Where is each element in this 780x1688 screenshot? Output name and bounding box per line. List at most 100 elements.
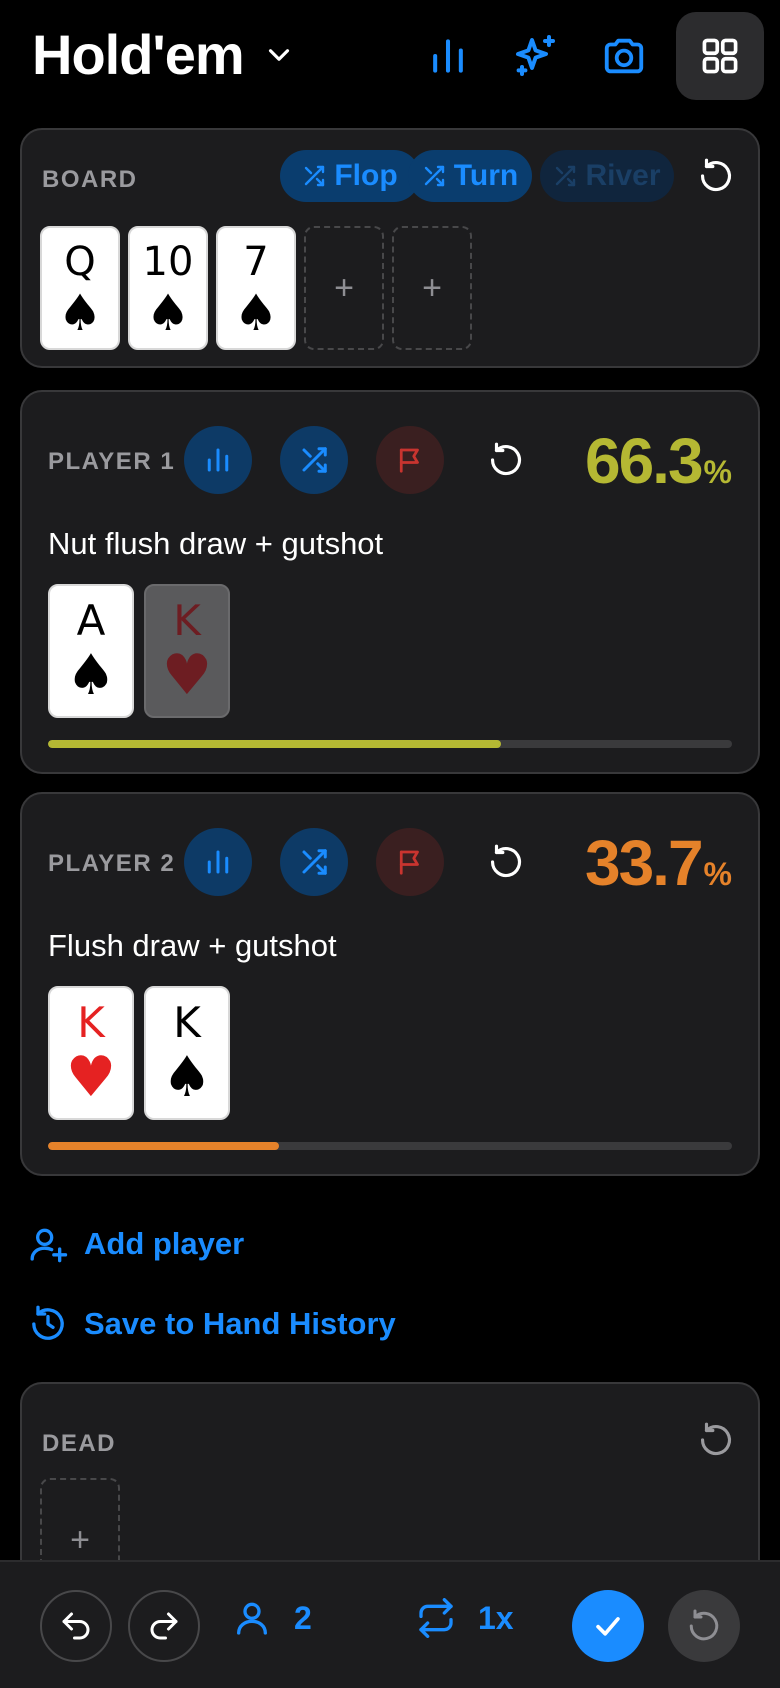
board-card[interactable]: 7 ♠ <box>216 226 296 350</box>
game-selector[interactable]: Hold'em <box>32 22 296 87</box>
board-card[interactable]: 10 ♠ <box>128 226 208 350</box>
board-empty-slot[interactable]: + <box>304 226 384 350</box>
repeat-icon <box>419 1598 453 1638</box>
shuffle-icon <box>305 165 325 187</box>
player-reset-button[interactable] <box>482 838 530 886</box>
confirm-button[interactable] <box>572 1590 644 1662</box>
bottom-toolbar: 2 1x <box>0 1560 780 1688</box>
grid-icon <box>702 38 738 74</box>
flag-icon <box>399 448 419 473</box>
player-reset-button[interactable] <box>482 436 530 484</box>
hole-card[interactable]: K ♠ <box>144 986 230 1120</box>
stats-button[interactable] <box>412 20 484 92</box>
add-user-icon <box>30 1228 68 1263</box>
spade-icon: ♠ <box>233 284 279 342</box>
dead-label: DEAD <box>42 1430 117 1457</box>
plus-icon: + <box>334 268 354 307</box>
player-panel-2: PLAYER 2 33.7% Flush draw + gutshot K ♥ … <box>20 792 760 1176</box>
reset-icon <box>689 1609 719 1641</box>
player-fold-button[interactable] <box>376 426 444 494</box>
turn-button[interactable]: Turn <box>408 150 532 202</box>
redo-button[interactable] <box>128 1590 200 1662</box>
player-count: 2 <box>294 1599 312 1636</box>
player-panel-1: PLAYER 1 66.3% Nut flush draw + gutshot … <box>20 390 760 774</box>
hand-description: Flush draw + gutshot <box>48 928 337 963</box>
reset-icon <box>490 844 522 878</box>
chevron-down-icon <box>268 48 289 61</box>
dead-reset-button[interactable] <box>692 1416 740 1464</box>
player-count-button[interactable]: 2 <box>232 1598 312 1638</box>
plus-icon: + <box>422 268 442 307</box>
undo-button[interactable] <box>40 1590 112 1662</box>
camera-icon <box>604 38 644 74</box>
flop-label: Flop <box>334 159 398 192</box>
camera-button[interactable] <box>588 20 660 92</box>
hole-card-used[interactable]: K ♥ <box>144 584 230 718</box>
turn-label: Turn <box>453 159 519 192</box>
board-reset-button[interactable] <box>692 152 740 200</box>
percent-sign: % <box>703 856 732 892</box>
shuffle-icon <box>302 447 327 473</box>
history-icon <box>32 1305 64 1340</box>
equity-bar <box>48 1142 732 1150</box>
board-label: BOARD <box>42 166 138 193</box>
reset-icon <box>700 158 732 192</box>
player-label: PLAYER 2 <box>48 850 176 877</box>
layout-button[interactable] <box>676 12 764 100</box>
iterations-button[interactable]: 1x <box>416 1598 514 1638</box>
page-title: Hold'em <box>32 23 245 86</box>
board-empty-slot[interactable]: + <box>392 226 472 350</box>
board-card[interactable]: Q ♠ <box>40 226 120 350</box>
player-stats-button[interactable] <box>184 426 252 494</box>
spade-icon: ♠ <box>161 1045 213 1110</box>
heart-icon: ♥ <box>161 643 213 708</box>
redo-icon <box>150 1612 178 1640</box>
iterations-value: 1x <box>478 1599 514 1636</box>
bar-chart-icon <box>207 448 229 472</box>
user-icon <box>237 1602 267 1635</box>
flag-icon <box>399 850 419 875</box>
reset-icon <box>490 442 522 476</box>
save-history-label: Save to Hand History <box>84 1306 396 1341</box>
shuffle-icon <box>424 165 444 187</box>
spade-icon: ♠ <box>65 643 117 708</box>
shuffle-icon <box>556 165 576 187</box>
bar-chart-icon <box>207 850 229 874</box>
add-player-button[interactable]: Add player <box>28 1224 244 1264</box>
app-header: Hold'em <box>0 0 780 120</box>
equity-bar-fill <box>48 1142 279 1150</box>
equity-display: 33.7% <box>585 826 732 900</box>
plus-icon: + <box>70 1520 90 1559</box>
bar-chart-icon <box>433 39 463 73</box>
equity-display: 66.3% <box>585 424 732 498</box>
percent-sign: % <box>703 454 732 490</box>
spade-icon: ♠ <box>57 284 103 342</box>
heart-icon: ♥ <box>65 1045 117 1110</box>
player-label: PLAYER 1 <box>48 448 176 475</box>
equity-value: 66.3 <box>584 425 704 497</box>
shuffle-icon <box>302 849 327 875</box>
ai-button[interactable] <box>500 20 572 92</box>
add-player-label: Add player <box>84 1226 245 1261</box>
equity-bar-fill <box>48 740 502 748</box>
river-button[interactable]: River <box>540 150 674 202</box>
spade-icon: ♠ <box>145 284 191 342</box>
reset-icon <box>700 1422 732 1456</box>
save-history-button[interactable]: Save to Hand History <box>28 1304 396 1344</box>
player-random-button[interactable] <box>280 426 348 494</box>
flop-button[interactable]: Flop <box>280 150 420 202</box>
player-stats-button[interactable] <box>184 828 252 896</box>
player-fold-button[interactable] <box>376 828 444 896</box>
sparkles-icon <box>516 35 555 76</box>
equity-bar <box>48 740 732 748</box>
reset-all-button[interactable] <box>668 1590 740 1662</box>
player-random-button[interactable] <box>280 828 348 896</box>
river-label: River <box>585 159 661 192</box>
board-panel: BOARD Flop Turn River Q ♠ 10 ♠ 7 ♠ + + <box>20 128 760 368</box>
hand-description: Nut flush draw + gutshot <box>48 526 384 561</box>
check-icon <box>596 1617 620 1636</box>
undo-icon <box>62 1612 90 1640</box>
hole-card[interactable]: K ♥ <box>48 986 134 1120</box>
equity-value: 33.7 <box>584 827 704 899</box>
hole-card[interactable]: A ♠ <box>48 584 134 718</box>
